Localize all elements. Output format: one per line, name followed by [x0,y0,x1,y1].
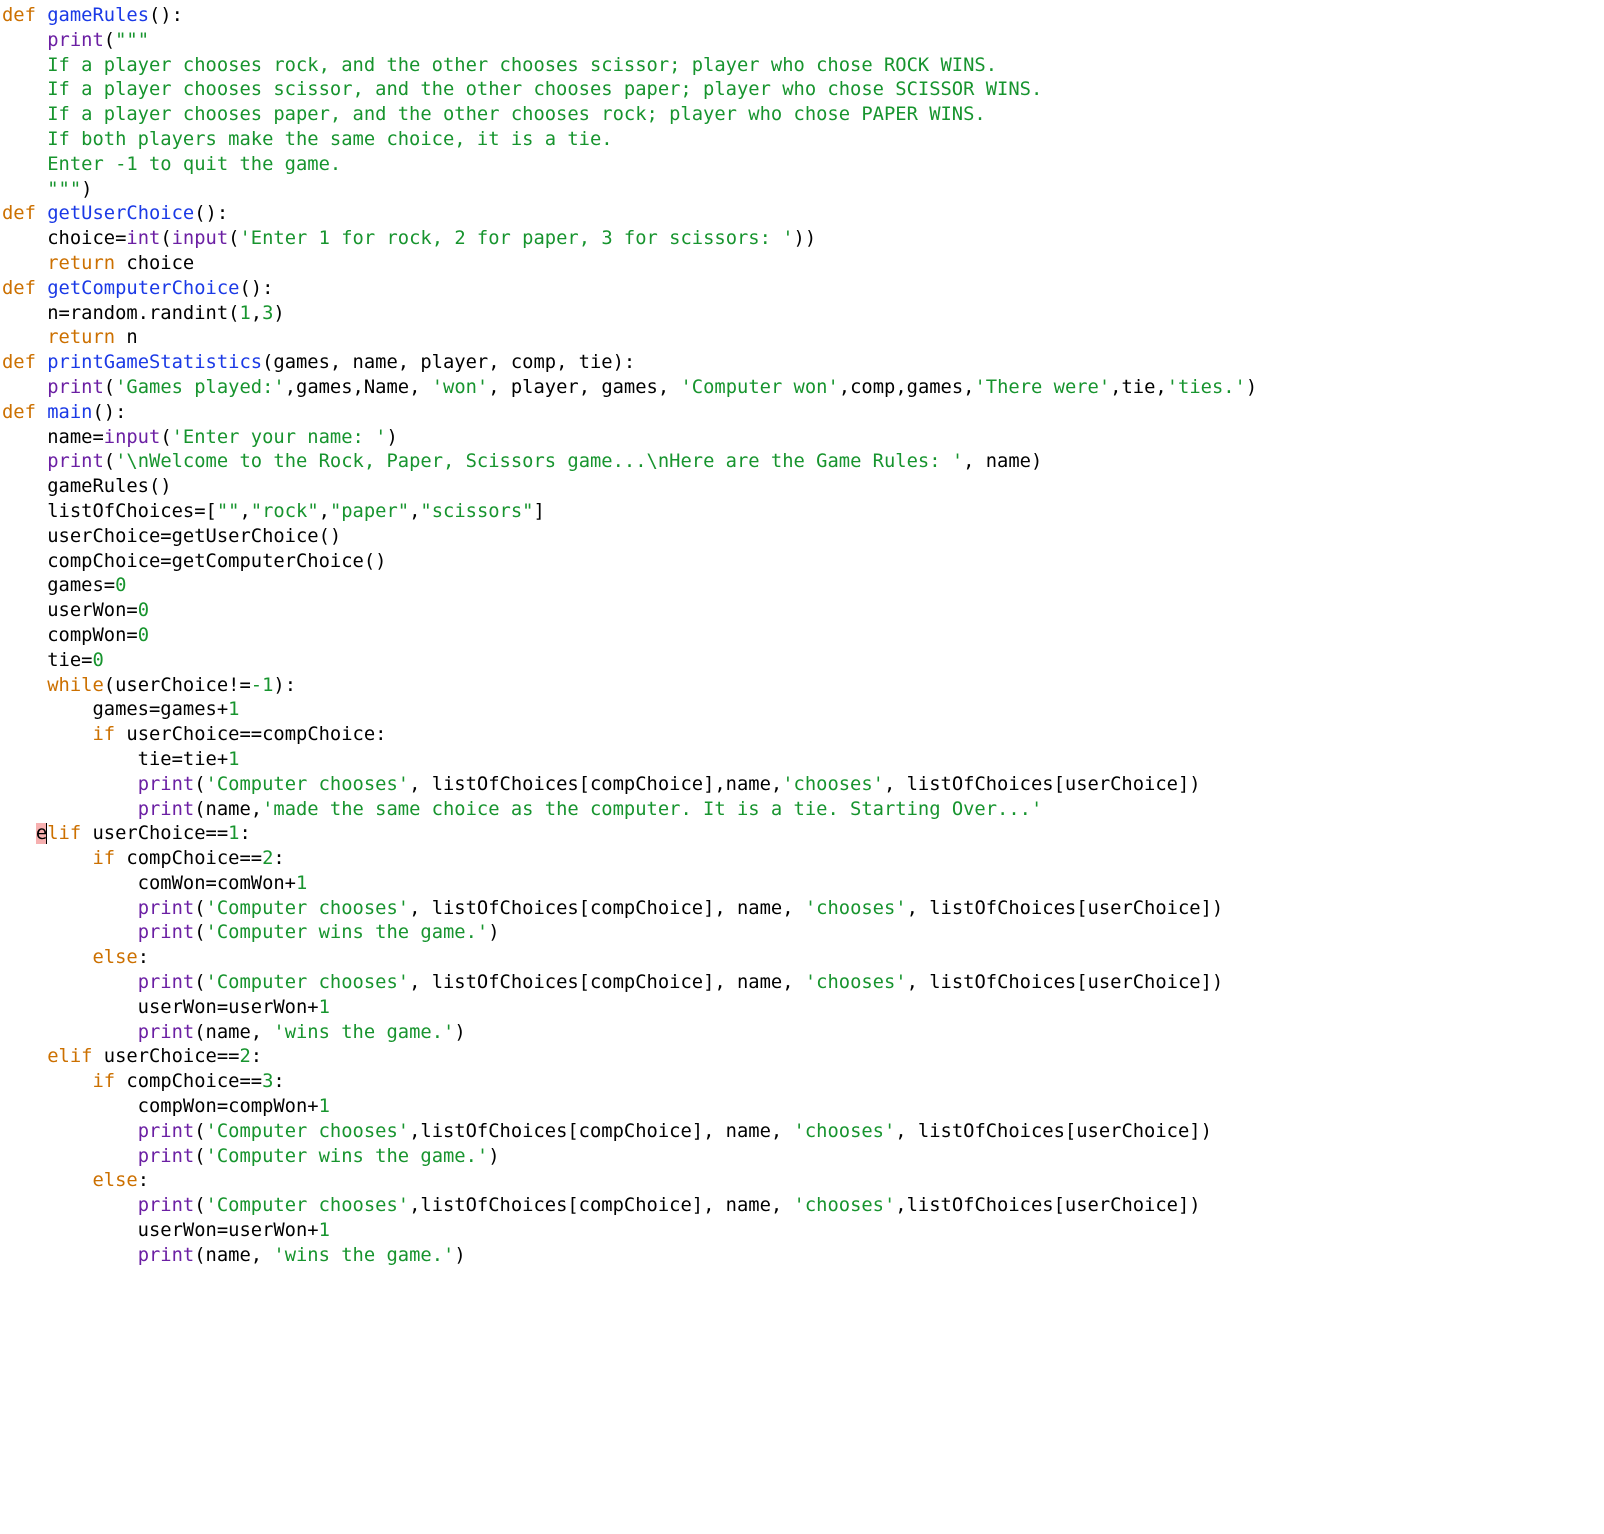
code-token-str: 'Computer chooses' [206,972,410,993]
code-token-num: 2 [262,848,273,869]
code-token-num: 1 [319,1220,330,1241]
code-token-fn: printGameStatistics [47,352,262,373]
code-token-str: """ [2,179,81,200]
code-token-num: 0 [138,625,149,646]
code-token-str: "paper" [330,501,409,522]
code-token-kw: if [92,848,115,869]
code-token-num: 1 [239,303,250,324]
code-token-kw: lif [47,823,81,844]
code-token-call: print [138,799,195,820]
code-token-call: print [138,972,195,993]
code-token-kw: while [47,675,104,696]
code-token-call: print [47,377,104,398]
code-token-kw: def [2,278,47,299]
code-token-num: 0 [115,575,126,596]
code-token-num: 3 [262,1071,273,1092]
code-token-call: print [138,1146,195,1167]
code-token-kw: elif [47,1046,92,1067]
code-token-str: """ [115,30,149,51]
code-token-str: 'wins the game.' [273,1022,454,1043]
code-token-str: 'Enter 1 for rock, 2 for paper, 3 for sc… [239,228,793,249]
code-token-str: "" [217,501,240,522]
code-token-kw: if [92,1071,115,1092]
code-token-call: input [104,427,161,448]
code-token-kw: def [2,203,47,224]
code-token-num: -1 [251,675,274,696]
code-token-call: print [138,1022,195,1043]
code-token-str: 'Games played:' [115,377,285,398]
code-token-str: 'Computer won' [680,377,838,398]
code-token-str: 'There were' [974,377,1110,398]
code-token-num: 1 [296,873,307,894]
code-token-num: 0 [138,600,149,621]
code-token-str: 'Computer chooses' [206,1121,410,1142]
code-token-kw: def [2,402,47,423]
code-token-str: 'won' [432,377,489,398]
code-token-str: '\nWelcome to the Rock, Paper, Scissors … [115,451,963,472]
code-token-str: 'chooses' [782,774,884,795]
code-token-call: print [47,451,104,472]
code-token-kw: def [2,352,47,373]
code-token-fn: main [47,402,92,423]
code-token-num: 1 [228,749,239,770]
code-token-str: 'Computer wins the game.' [206,922,489,943]
code-token-str: 'Computer wins the game.' [206,1146,489,1167]
code-token-fn: getUserChoice [47,203,194,224]
code-token-str: 'ties.' [1167,377,1246,398]
code-token-num: 1 [228,699,239,720]
code-token-call: print [138,898,195,919]
code-token-str: Enter -1 to quit the game. [2,154,341,175]
code-token-str: If a player chooses scissor, and the oth… [2,79,1042,100]
code-token-str: 'chooses' [805,898,907,919]
code-token-call: print [138,1195,195,1216]
code-token-str: 'Enter your name: ' [172,427,387,448]
code-token-kw: else [92,947,137,968]
code-token-call: print [138,922,195,943]
code-token-str: 'made the same choice as the computer. I… [262,799,1042,820]
code-token-str: 'chooses' [794,1121,896,1142]
code-token-str: 'chooses' [794,1195,896,1216]
code-token-num: 3 [262,303,273,324]
code-token-str: 'Computer chooses' [206,774,410,795]
code-token-kw: else [92,1170,137,1191]
code-token-str: If both players make the same choice, it… [2,129,613,150]
code-token-num: 1 [319,997,330,1018]
code-token-call: print [138,1245,195,1266]
code-block[interactable]: def gameRules(): print(""" If a player c… [0,0,1604,1269]
code-token-kw: def [2,5,47,26]
code-token-call: print [138,774,195,795]
code-token-call: input [172,228,229,249]
code-token-fn: getComputerChoice [47,278,239,299]
code-token-kw: if [92,724,115,745]
code-token-fn: gameRules [47,5,149,26]
code-token-num: 2 [239,1046,250,1067]
code-token-str: If a player chooses paper, and the other… [2,104,986,125]
code-token-call: print [138,1121,195,1142]
code-token-str: 'chooses' [805,972,907,993]
code-token-str: If a player chooses rock, and the other … [2,55,997,76]
code-token-str: "rock" [251,501,319,522]
code-token-str: "scissors" [420,501,533,522]
code-token-kw: return [47,327,115,348]
code-token-kw: return [47,253,115,274]
code-token-num: 0 [92,650,103,671]
code-token-str: 'Computer chooses' [206,898,410,919]
code-token-call: print [47,30,104,51]
code-token-str: 'wins the game.' [273,1245,454,1266]
code-token-num: 1 [319,1096,330,1117]
code-token-num: 1 [228,823,239,844]
code-token-call: int [126,228,160,249]
code-token-str: 'Computer chooses' [206,1195,410,1216]
